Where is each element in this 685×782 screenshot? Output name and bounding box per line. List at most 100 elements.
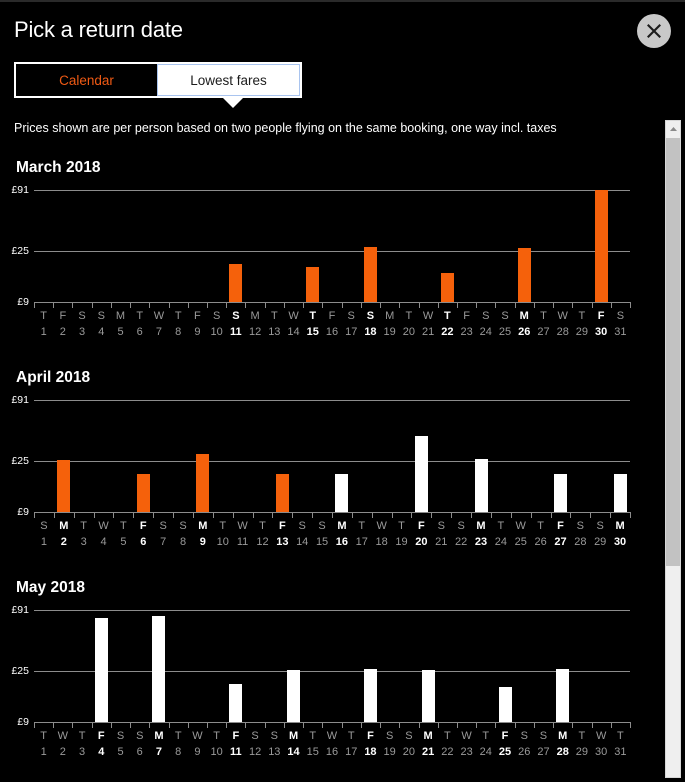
day-column[interactable]: M 14 [284, 728, 304, 760]
day-column[interactable]: W 14 [284, 308, 304, 340]
day-column[interactable]: S3 [72, 308, 92, 340]
day-column[interactable]: T8 [168, 728, 188, 760]
fare-bar[interactable] [287, 670, 301, 722]
day-column[interactable]: S6 [130, 728, 150, 760]
fare-bar[interactable] [196, 453, 210, 512]
day-column[interactable]: M9 [193, 518, 213, 550]
day-column[interactable]: T 17 [341, 728, 361, 760]
day-column[interactable]: W 30 [591, 728, 611, 760]
day-column[interactable]: F 23 [457, 308, 477, 340]
vertical-scrollbar[interactable] [665, 120, 681, 778]
fare-bar[interactable] [613, 473, 627, 512]
fare-bar[interactable] [594, 190, 608, 302]
day-column[interactable]: M 19 [380, 308, 400, 340]
day-column[interactable]: S 22 [451, 518, 471, 550]
tab-calendar[interactable]: Calendar [16, 64, 157, 96]
day-column[interactable]: T1 [34, 728, 54, 760]
fare-bar[interactable] [363, 669, 377, 722]
day-column[interactable]: S8 [173, 518, 193, 550]
day-column[interactable]: S 11 [226, 308, 246, 340]
day-column[interactable]: S 24 [476, 308, 496, 340]
fare-bar[interactable] [363, 247, 377, 302]
day-column[interactable]: S 19 [380, 728, 400, 760]
day-column[interactable]: T1 [34, 308, 54, 340]
day-column[interactable]: T 13 [264, 308, 284, 340]
day-column[interactable]: W 18 [372, 518, 392, 550]
day-column[interactable]: S 12 [245, 728, 265, 760]
fare-bar[interactable] [229, 263, 243, 302]
day-column[interactable]: W 16 [322, 728, 342, 760]
day-column[interactable]: M 16 [332, 518, 352, 550]
day-column[interactable]: S 18 [360, 308, 380, 340]
day-column[interactable]: T 15 [303, 728, 323, 760]
chevron-up-icon[interactable] [666, 121, 680, 137]
day-column[interactable]: W 23 [457, 728, 477, 760]
day-column[interactable]: F4 [91, 728, 111, 760]
day-column[interactable]: M7 [149, 728, 169, 760]
tab-lowest-fares[interactable]: Lowest fares [157, 64, 300, 96]
day-column[interactable]: M 26 [514, 308, 534, 340]
day-column[interactable]: T 31 [610, 728, 630, 760]
day-column[interactable]: T 15 [303, 308, 323, 340]
day-column[interactable]: S 13 [264, 728, 284, 760]
close-icon[interactable] [637, 14, 671, 48]
day-column[interactable]: S 29 [590, 518, 610, 550]
day-column[interactable]: S 20 [399, 728, 419, 760]
fare-bar[interactable] [152, 616, 166, 722]
scrollbar-thumb[interactable] [666, 138, 680, 566]
day-column[interactable]: T 17 [352, 518, 372, 550]
day-column[interactable]: F2 [53, 308, 73, 340]
day-column[interactable]: T 10 [207, 728, 227, 760]
day-column[interactable]: S 14 [292, 518, 312, 550]
day-column[interactable]: W 11 [233, 518, 253, 550]
day-column[interactable]: T5 [113, 518, 133, 550]
fare-bar[interactable] [335, 473, 349, 512]
day-column[interactable]: F6 [133, 518, 153, 550]
fare-bar[interactable] [57, 460, 71, 512]
day-column[interactable]: M2 [54, 518, 74, 550]
day-column[interactable]: S 27 [533, 728, 553, 760]
day-column[interactable]: T 29 [572, 728, 592, 760]
fare-bar[interactable] [306, 266, 320, 302]
day-column[interactable]: F 13 [272, 518, 292, 550]
day-column[interactable]: S 28 [570, 518, 590, 550]
day-column[interactable]: F 25 [495, 728, 515, 760]
day-column[interactable]: W2 [53, 728, 73, 760]
day-column[interactable]: T3 [74, 518, 94, 550]
day-column[interactable]: T 10 [213, 518, 233, 550]
day-column[interactable]: F 30 [591, 308, 611, 340]
day-column[interactable]: S 26 [514, 728, 534, 760]
day-column[interactable]: S1 [34, 518, 54, 550]
day-column[interactable]: T 12 [252, 518, 272, 550]
day-column[interactable]: M5 [111, 308, 131, 340]
day-column[interactable]: T 22 [437, 308, 457, 340]
day-column[interactable]: T8 [168, 308, 188, 340]
day-column[interactable]: T 19 [392, 518, 412, 550]
day-column[interactable]: F 16 [322, 308, 342, 340]
day-column[interactable]: S 17 [341, 308, 361, 340]
day-column[interactable]: S 31 [610, 308, 630, 340]
fare-bar[interactable] [553, 473, 567, 512]
day-column[interactable]: F9 [187, 308, 207, 340]
day-column[interactable]: T 29 [572, 308, 592, 340]
fare-bar[interactable] [414, 436, 428, 512]
day-column[interactable]: W7 [149, 308, 169, 340]
day-column[interactable]: S4 [91, 308, 111, 340]
day-column[interactable]: T 26 [531, 518, 551, 550]
fare-bar[interactable] [517, 248, 531, 302]
day-column[interactable]: S 25 [495, 308, 515, 340]
day-column[interactable]: S5 [111, 728, 131, 760]
day-column[interactable]: T6 [130, 308, 150, 340]
fare-bar[interactable] [556, 669, 570, 722]
fare-bar[interactable] [275, 473, 289, 512]
day-column[interactable]: W 21 [418, 308, 438, 340]
day-column[interactable]: M 12 [245, 308, 265, 340]
fare-bar[interactable] [136, 473, 150, 512]
fare-bar[interactable] [440, 273, 454, 302]
day-column[interactable]: S 15 [312, 518, 332, 550]
day-column[interactable]: W 25 [511, 518, 531, 550]
fare-bar[interactable] [498, 686, 512, 722]
fare-bar[interactable] [94, 618, 108, 722]
day-column[interactable]: S7 [153, 518, 173, 550]
day-column[interactable]: W4 [94, 518, 114, 550]
